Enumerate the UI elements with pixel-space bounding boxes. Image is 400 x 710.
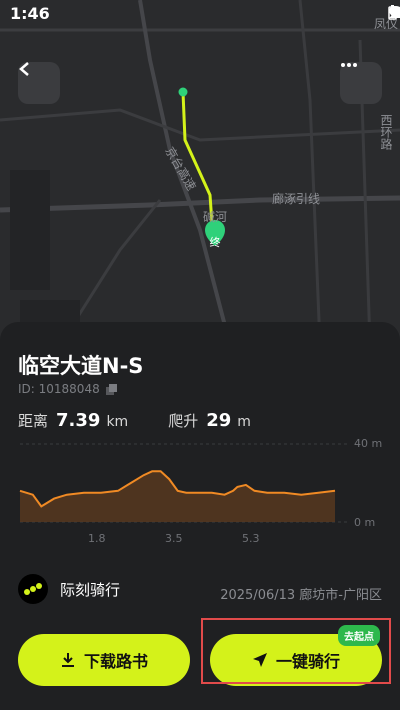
map-label: 京台高速 bbox=[162, 144, 199, 193]
map-label: 廊涿引线 bbox=[272, 191, 320, 206]
climb-value: 29 bbox=[206, 410, 232, 431]
route-panel: 临空大道N-S ID: 10188048 距离 7.39 km 爬升 29 m … bbox=[0, 322, 400, 710]
download-icon bbox=[61, 653, 74, 667]
route-title: 临空大道N-S bbox=[18, 354, 144, 378]
x-tick: 5.3 bbox=[242, 532, 260, 545]
back-button[interactable] bbox=[18, 62, 60, 104]
map-label: 碱河 bbox=[203, 210, 227, 224]
elevation-chart-svg bbox=[19, 443, 350, 523]
battery-icon bbox=[388, 5, 397, 20]
elevation-chart: 40 m 0 m 1.8 3.5 5.3 bbox=[0, 432, 400, 552]
map-canvas: 终 京台高速 廊涿引线 凤仪 西环路 碱河 bbox=[0, 0, 400, 345]
x-tick: 1.8 bbox=[88, 532, 106, 545]
download-label: 下载路书 bbox=[83, 652, 148, 671]
map-label: 西环路 bbox=[379, 114, 393, 151]
route-id: ID: 10188048 bbox=[18, 382, 117, 396]
climb-unit: m bbox=[237, 414, 251, 430]
y-tick: 40 m bbox=[354, 437, 383, 450]
logo-mark-icon bbox=[24, 583, 42, 595]
distance-label: 距离 bbox=[18, 412, 49, 430]
route-id-text: ID: 10188048 bbox=[18, 382, 100, 396]
distance-value: 7.39 bbox=[56, 410, 101, 431]
chevron-left-icon bbox=[19, 62, 29, 76]
copy-icon[interactable] bbox=[105, 383, 117, 395]
route-meta: 2025/06/13 廊坊市-广阳区 bbox=[220, 588, 382, 603]
end-marker-label: 终 bbox=[210, 235, 221, 249]
owner-row[interactable]: 际刻骑行 bbox=[18, 574, 120, 604]
owner-logo bbox=[18, 574, 48, 604]
map-view[interactable]: 终 京台高速 廊涿引线 凤仪 西环路 碱河 1:46 bbox=[0, 0, 400, 345]
more-icon bbox=[341, 63, 357, 67]
elevation-area bbox=[20, 471, 335, 522]
owner-name: 际刻骑行 bbox=[60, 580, 121, 599]
distance-unit: km bbox=[106, 414, 129, 430]
go-to-start-badge: 去起点 bbox=[338, 625, 380, 646]
route-stats: 距离 7.39 km 爬升 29 m bbox=[18, 410, 291, 431]
climb-label: 爬升 bbox=[168, 412, 199, 430]
y-tick: 0 m bbox=[354, 516, 376, 529]
x-tick: 3.5 bbox=[165, 532, 183, 545]
status-bar: 1:46 bbox=[0, 0, 400, 28]
route-detail-screen: 终 京台高速 廊涿引线 凤仪 西环路 碱河 1:46 临空大道N-S ID: 1… bbox=[0, 0, 400, 710]
download-button[interactable]: 下载路书 bbox=[18, 634, 190, 686]
status-time: 1:46 bbox=[10, 4, 50, 23]
more-button[interactable] bbox=[340, 62, 382, 104]
